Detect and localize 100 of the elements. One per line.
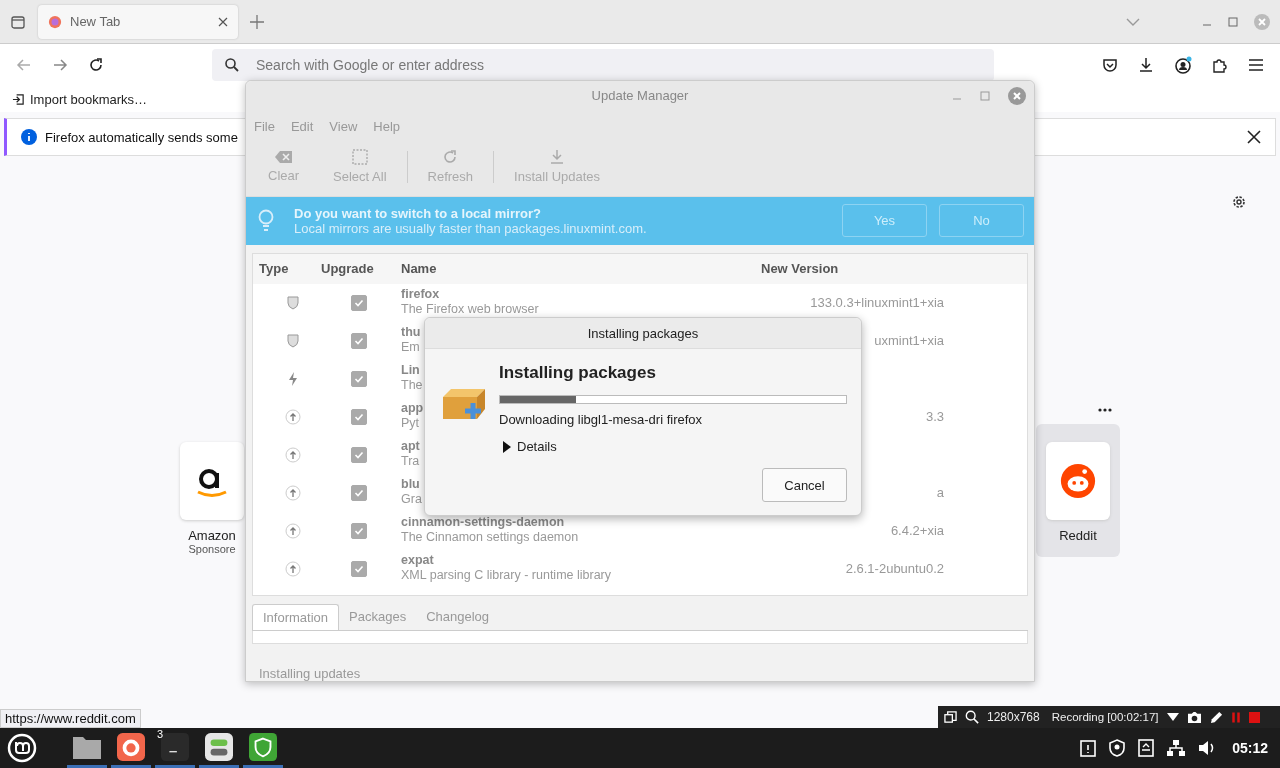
browser-favicon-icon	[48, 14, 62, 29]
upgrade-checkbox[interactable]	[351, 370, 367, 387]
upgrade-checkbox[interactable]	[351, 408, 367, 425]
column-header[interactable]: New Version	[761, 261, 1027, 277]
bookmark-item[interactable]: Import bookmarks…	[12, 91, 148, 107]
lightbulb-icon	[258, 208, 274, 233]
import-icon	[12, 92, 25, 106]
shortcut-title: Amazon	[188, 528, 236, 543]
checkmark-icon	[354, 487, 364, 498]
forward-icon[interactable]	[52, 57, 68, 73]
info-bar-message: Local mirrors are usually faster than packages.linuxmint.com.	[294, 220, 647, 236]
package-description: Em	[401, 339, 420, 355]
shield-icon[interactable]	[1108, 739, 1127, 757]
pocket-icon[interactable]	[1102, 57, 1118, 73]
package-name: cinnamon-settings-daemon	[401, 514, 565, 530]
close-icon[interactable]	[218, 16, 228, 27]
window-count-label: 3	[157, 728, 164, 740]
package-description: The	[401, 377, 423, 393]
shield-icon	[249, 732, 277, 761]
terminal-icon	[161, 732, 189, 761]
column-header[interactable]: Type	[253, 261, 321, 277]
menu-item[interactable]: View	[329, 118, 358, 134]
info-bar-button[interactable]: No	[939, 204, 1024, 238]
info-icon	[21, 129, 37, 145]
upgrade-checkbox[interactable]	[351, 484, 367, 501]
toolbar-button[interactable]: Install Updates	[500, 149, 615, 185]
toolbar-button[interactable]: Refresh	[413, 149, 488, 185]
progress-message: Downloading libgl1-mesa-dri firefox	[499, 412, 704, 427]
close-icon[interactable]	[1247, 130, 1261, 144]
maximize-icon[interactable]	[1228, 16, 1238, 27]
pause-icon[interactable]	[1230, 710, 1241, 724]
download-icon	[549, 149, 566, 166]
browser-tab[interactable]: New Tab	[38, 4, 238, 39]
dialog-title: Installing packages	[587, 325, 699, 341]
address-bar[interactable]: Search with Google or enter address	[212, 49, 994, 81]
package-name: apt	[401, 438, 420, 454]
windows-icon[interactable]	[944, 710, 957, 724]
shortcut-tile[interactable]	[180, 442, 244, 520]
info-bar-button[interactable]: Yes	[842, 204, 927, 238]
upgrade-checkbox[interactable]	[351, 446, 367, 463]
menu-item[interactable]: Help	[373, 118, 401, 134]
shield-icon	[287, 333, 299, 348]
clipboard-icon[interactable]	[1080, 739, 1097, 757]
stop-icon[interactable]	[1248, 711, 1260, 723]
dropdown-icon[interactable]	[1166, 713, 1179, 721]
link-status-tooltip: https://www.reddit.com	[0, 709, 141, 728]
upgrade-checkbox[interactable]	[351, 560, 367, 577]
panel-tab[interactable]: Packages	[339, 604, 417, 631]
package-version: uxmint1+xia	[874, 333, 944, 349]
tab-list-icon[interactable]	[10, 13, 26, 30]
cancel-button[interactable]: Cancel	[762, 468, 847, 502]
package-name: Lin	[401, 362, 420, 378]
puzzle-piece-icon[interactable]	[1212, 57, 1228, 73]
package-name: thu	[401, 324, 421, 340]
refresh-icon	[442, 149, 459, 166]
checkmark-icon	[354, 411, 364, 422]
shortcut-tile[interactable]	[1046, 442, 1110, 520]
checkmark-icon	[354, 373, 364, 384]
toolbar-button[interactable]: Select All	[319, 149, 401, 185]
notification-text: Firefox automatically sends some	[45, 129, 238, 145]
network-icon[interactable]	[1166, 739, 1187, 757]
settings-icon[interactable]	[1231, 194, 1247, 210]
recording-status: Recording [00:02:17]	[1051, 711, 1159, 723]
download-icon[interactable]	[1138, 57, 1154, 73]
menu-item[interactable]: File	[254, 118, 275, 134]
document-icon[interactable]	[1138, 739, 1155, 757]
new-tab-icon[interactable]	[250, 14, 264, 29]
more-options-icon[interactable]	[1098, 408, 1112, 412]
dialog-heading: Installing packages	[499, 363, 657, 383]
upgrade-checkbox[interactable]	[351, 522, 367, 539]
account-icon[interactable]	[1174, 56, 1192, 74]
taskbar-app[interactable]: 3	[155, 728, 195, 768]
window-title: Update Manager	[591, 88, 689, 104]
package-description: Pyt	[401, 415, 420, 431]
clock[interactable]: 05:12	[1232, 740, 1268, 756]
package-description: Gra	[401, 491, 422, 507]
panel-tab[interactable]: Changelog	[416, 604, 500, 631]
column-header[interactable]: Name	[397, 261, 761, 277]
menu-logo-icon[interactable]	[7, 733, 37, 763]
toolbar-button[interactable]: Clear	[254, 150, 314, 184]
pencil-icon[interactable]	[1209, 710, 1223, 724]
package-description: XML parsing C library - runtime library	[401, 567, 611, 583]
panel-tab[interactable]: Information	[252, 604, 340, 631]
upgrade-checkbox[interactable]	[351, 294, 367, 311]
upgrade-checkbox[interactable]	[351, 332, 367, 349]
camera-icon[interactable]	[1186, 710, 1202, 724]
details-expander[interactable]: Details	[503, 439, 557, 454]
expander-triangle-icon	[503, 440, 511, 453]
shortcut-title: Reddit	[1059, 528, 1097, 543]
menu-item[interactable]: Edit	[290, 118, 314, 134]
toggle-switches-icon	[205, 732, 233, 761]
recording-size: 1280x768	[987, 710, 1040, 724]
zoom-icon[interactable]	[965, 710, 979, 724]
menu-icon[interactable]	[1248, 57, 1264, 73]
reload-icon[interactable]	[88, 57, 104, 73]
package-description: Tra	[401, 453, 420, 469]
package-version: 3.3	[925, 409, 944, 425]
package-description: The Cinnamon settings daemon	[401, 529, 579, 545]
checkmark-icon	[354, 563, 364, 574]
column-header[interactable]: Upgrade	[321, 261, 397, 277]
